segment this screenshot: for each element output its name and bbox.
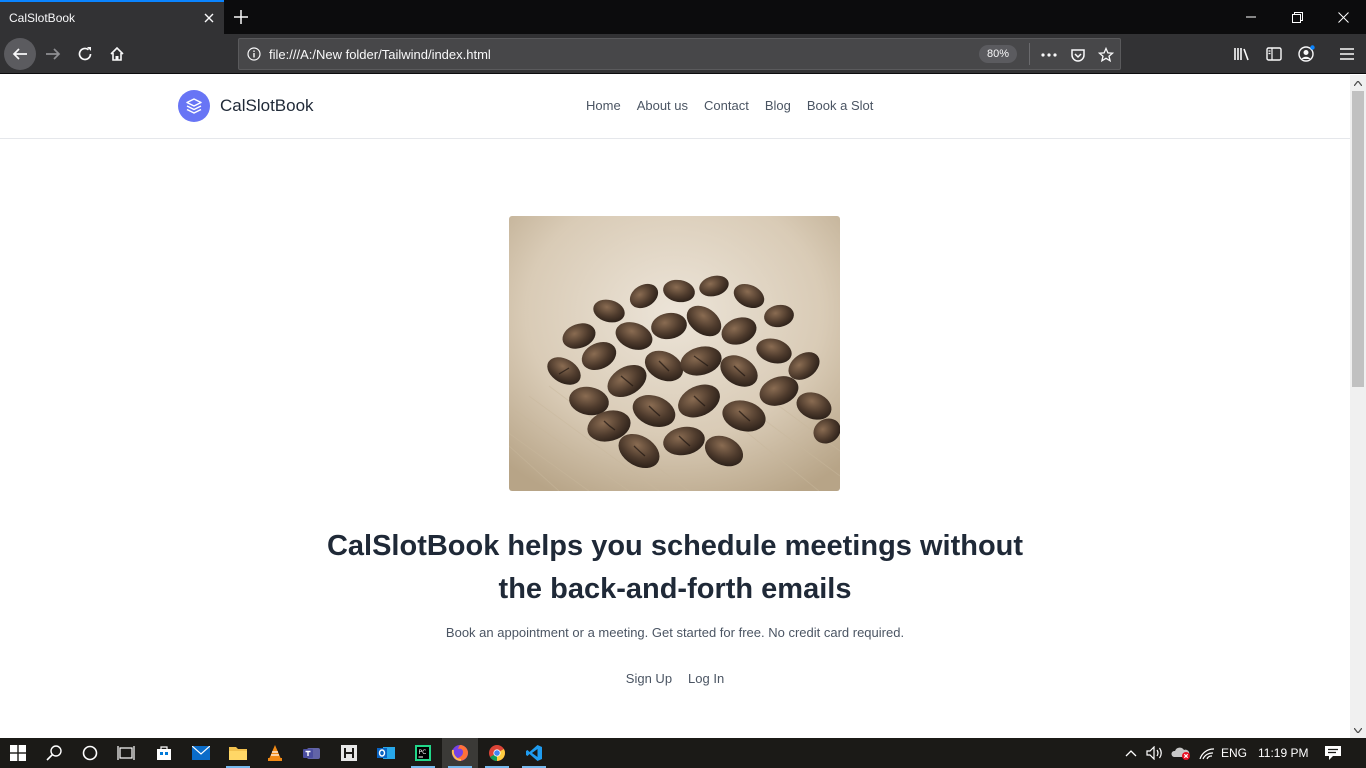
windows-taskbar: PC ENG 11:19 PM xyxy=(0,738,1366,768)
restore-icon[interactable] xyxy=(1274,0,1320,34)
site-header: CalSlotBook Home About us Contact Blog B… xyxy=(0,75,1350,139)
library-icon[interactable] xyxy=(1230,42,1254,66)
firefox-icon[interactable] xyxy=(442,738,478,768)
brand-logo-link[interactable]: CalSlotBook xyxy=(178,90,314,122)
nav-home[interactable]: Home xyxy=(586,98,621,113)
close-window-icon[interactable] xyxy=(1320,0,1366,34)
bookmark-star-icon[interactable] xyxy=(1094,43,1118,67)
nav-book-a-slot[interactable]: Book a Slot xyxy=(807,98,874,113)
log-in-link[interactable]: Log In xyxy=(688,671,724,686)
menu-hamburger-icon[interactable] xyxy=(1335,42,1359,66)
url-text[interactable]: file:///A:/New folder/Tailwind/index.htm… xyxy=(269,47,491,62)
page-viewport: CalSlotBook Home About us Contact Blog B… xyxy=(0,75,1350,738)
hero-subtitle: Book an appointment or a meeting. Get st… xyxy=(445,625,905,640)
close-tab-icon[interactable] xyxy=(194,3,224,33)
divider xyxy=(1029,43,1030,65)
scroll-up-arrow-icon[interactable] xyxy=(1350,75,1366,91)
reload-icon[interactable] xyxy=(69,38,101,70)
brand-name: CalSlotBook xyxy=(220,96,314,115)
main-nav: Home About us Contact Blog Book a Slot xyxy=(586,98,873,113)
clock[interactable]: 11:19 PM xyxy=(1258,738,1308,768)
zoom-indicator[interactable]: 80% xyxy=(979,45,1017,63)
nav-blog[interactable]: Blog xyxy=(765,98,791,113)
forward-arrow-icon[interactable] xyxy=(37,38,69,70)
scrollbar-thumb[interactable] xyxy=(1352,91,1364,387)
wifi-icon[interactable] xyxy=(1192,738,1222,768)
more-actions-icon[interactable] xyxy=(1037,43,1061,67)
hero-title: CalSlotBook helps you schedule meetings … xyxy=(326,530,1024,605)
windows-start-icon[interactable] xyxy=(0,738,36,768)
info-icon[interactable] xyxy=(247,47,261,61)
teams-icon[interactable] xyxy=(294,738,330,768)
nav-about-us[interactable]: About us xyxy=(637,98,688,113)
minimize-icon[interactable] xyxy=(1228,0,1274,34)
vlc-icon[interactable] xyxy=(257,738,293,768)
notifications-icon[interactable] xyxy=(1318,738,1348,768)
account-icon[interactable] xyxy=(1294,42,1318,66)
outlook-icon[interactable] xyxy=(368,738,404,768)
layers-icon xyxy=(178,90,210,122)
pocket-icon[interactable] xyxy=(1066,43,1090,67)
page-scrollbar[interactable] xyxy=(1350,75,1366,738)
browser-toolbar: file:///A:/New folder/Tailwind/index.htm… xyxy=(0,34,1366,74)
vscode-icon[interactable] xyxy=(516,738,552,768)
scroll-down-arrow-icon[interactable] xyxy=(1350,722,1366,738)
nav-contact[interactable]: Contact xyxy=(704,98,749,113)
sign-up-link[interactable]: Sign Up xyxy=(626,671,672,686)
store-icon[interactable] xyxy=(146,738,182,768)
chrome-icon[interactable] xyxy=(479,738,515,768)
search-icon[interactable] xyxy=(36,738,72,768)
task-view-icon[interactable] xyxy=(108,738,144,768)
browser-tab-strip: CalSlotBook xyxy=(0,0,1366,34)
file-explorer-icon[interactable] xyxy=(220,738,256,768)
back-arrow-icon[interactable] xyxy=(4,38,36,70)
mail-icon[interactable] xyxy=(183,738,219,768)
input-language[interactable]: ENG xyxy=(1221,738,1247,768)
new-tab-icon[interactable] xyxy=(226,2,256,32)
hero-actions: Sign Up Log In xyxy=(0,671,1350,686)
sidebar-icon[interactable] xyxy=(1262,42,1286,66)
tab-title: CalSlotBook xyxy=(9,11,76,25)
home-icon[interactable] xyxy=(101,38,133,70)
cortana-icon[interactable] xyxy=(72,738,108,768)
address-bar[interactable]: file:///A:/New folder/Tailwind/index.htm… xyxy=(238,38,1121,70)
svg-text:PC: PC xyxy=(419,749,427,756)
pycharm-icon[interactable]: PC xyxy=(405,738,441,768)
hackerrank-icon[interactable] xyxy=(331,738,367,768)
browser-tab[interactable]: CalSlotBook xyxy=(0,0,224,34)
hero-coffee-beans-image xyxy=(509,216,840,491)
